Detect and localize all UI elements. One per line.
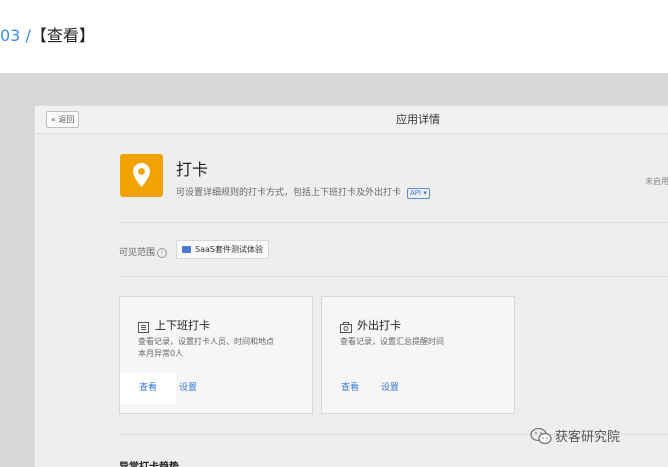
card-description: 查看记录，设置汇总提醒时间 (340, 336, 444, 348)
folder-icon (182, 246, 191, 253)
card-title: 外出打卡 (357, 319, 401, 332)
settings-link[interactable]: 设置 (179, 373, 197, 404)
card-abnormal-count: 本月异常0人 (138, 349, 184, 358)
step-number: 03 / (0, 26, 31, 45)
page-title: 应用详情 (396, 113, 440, 126)
list-icon (138, 318, 149, 337)
app-status: 未启用 (645, 177, 668, 186)
app-description: 可设置详细规则的打卡方式，包括上下班打卡及外出打卡 API ▾ (176, 185, 430, 199)
divider (119, 276, 668, 277)
visibility-label: 可见范围 i (119, 245, 168, 258)
visibility-label-text: 可见范围 (119, 248, 156, 258)
api-dropdown[interactable]: API ▾ (407, 188, 430, 199)
screenshot-area: « 返回 应用详情 打卡 可设置详细规则的打卡方式，包括上下班打卡及外出打卡 AP… (0, 73, 668, 467)
view-link[interactable]: 查看 (120, 373, 176, 404)
wechat-icon (530, 427, 552, 445)
top-bar: « 返回 应用详情 (35, 106, 668, 134)
step-title: 【查看】 (30, 26, 95, 45)
section-title: 异常打卡趋势 (119, 458, 179, 467)
card-clock-in-out: 上下班打卡 查看记录，设置打卡人员、时间和地点 本月异常0人 查看 设置 (119, 296, 313, 414)
camera-icon (340, 318, 352, 337)
view-link[interactable]: 查看 (322, 373, 378, 404)
visibility-scope-tag[interactable]: SaaS套件测试体验 (176, 240, 269, 259)
card-title: 上下班打卡 (155, 319, 210, 332)
app-detail-panel: « 返回 应用详情 打卡 可设置详细规则的打卡方式，包括上下班打卡及外出打卡 AP… (34, 105, 668, 467)
card-description-line: 查看记录，设置打卡人员、时间和地点 (138, 337, 274, 346)
step-heading: 03 /【查看】 (0, 24, 95, 48)
card-description: 查看记录，设置打卡人员、时间和地点 本月异常0人 (138, 336, 274, 360)
app-description-text: 可设置详细规则的打卡方式，包括上下班打卡及外出打卡 (176, 188, 402, 198)
app-name: 打卡 (176, 160, 209, 179)
info-icon[interactable]: i (157, 247, 168, 258)
visibility-scope-text: SaaS套件测试体验 (195, 245, 263, 254)
watermark-text: 获客研究院 (555, 430, 621, 445)
card-description-line: 查看记录，设置汇总提醒时间 (340, 337, 444, 346)
location-pin-icon (120, 154, 163, 197)
card-field-clock-in: 外出打卡 查看记录，设置汇总提醒时间 查看 设置 (321, 296, 515, 414)
settings-link[interactable]: 设置 (381, 373, 399, 404)
watermark: 获客研究院 (530, 427, 620, 447)
divider (119, 222, 668, 223)
